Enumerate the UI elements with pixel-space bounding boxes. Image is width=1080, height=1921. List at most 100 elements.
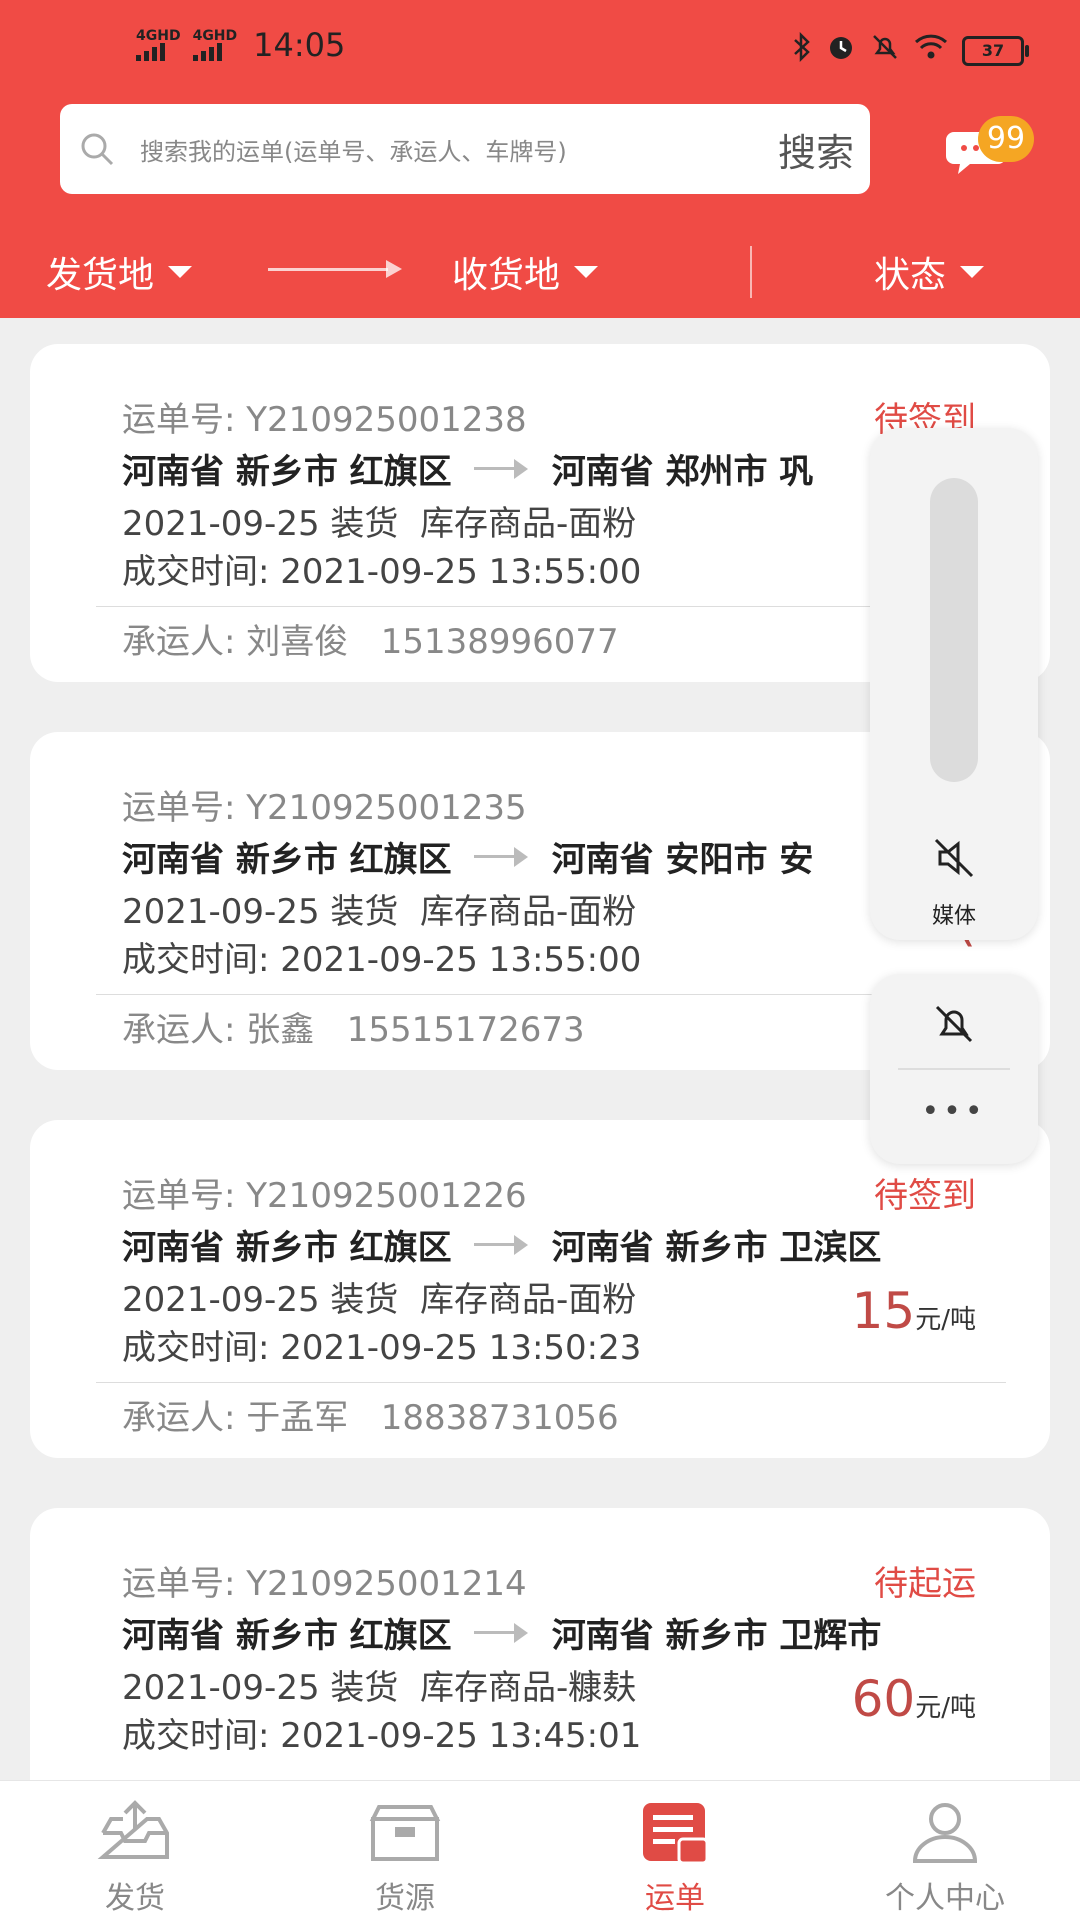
- route-to: 河南省 新乡市 卫辉市: [551, 1616, 882, 1656]
- chevron-down-icon: [168, 266, 193, 278]
- load-info: 2021-09-25 装货 库存商品-面粉: [122, 1272, 636, 1321]
- carrier-name: 张鑫: [246, 1010, 315, 1050]
- tab-profile[interactable]: 个人中心: [810, 1781, 1080, 1921]
- divider: [898, 1068, 1010, 1070]
- sim1-signal-icon: 4GHD: [136, 29, 181, 61]
- mute-bell-icon[interactable]: [932, 1002, 976, 1050]
- deal-prefix: 成交时间:: [122, 1716, 270, 1756]
- media-label: 媒体: [931, 904, 976, 929]
- filter-bar: 发货地 收货地 状态: [0, 230, 1080, 310]
- volume-panel: 媒体: [870, 428, 1038, 940]
- load-info: 2021-09-25 装货 库存商品-面粉: [122, 496, 636, 545]
- bottom-tab-bar: 发货 货源 运单 个人中心: [0, 1780, 1080, 1921]
- sim2-signal-icon: 4GHD: [192, 28, 238, 61]
- tab-label: 货源: [375, 1881, 435, 1916]
- waybill-icon: [643, 1803, 709, 1865]
- deal-prefix: 成交时间:: [122, 552, 270, 592]
- carrier-phone: 18838731056: [380, 1398, 619, 1438]
- deal-time: 成交时间: 2021-09-25 13:50:23: [122, 1320, 641, 1369]
- destination-filter-label: 收货地: [452, 255, 561, 296]
- tab-waybill[interactable]: 运单: [540, 1781, 810, 1921]
- deal-time: 成交时间: 2021-09-25 13:55:00: [122, 544, 641, 593]
- load-date: 2021-09-25: [122, 892, 320, 932]
- carrier-prefix: 承运人:: [122, 622, 236, 662]
- alarm-icon: [826, 32, 856, 69]
- origin-filter[interactable]: 发货地: [46, 246, 193, 298]
- load-date: 2021-09-25: [122, 1280, 320, 1320]
- status-left: 4GHD 4GHD 14:05: [136, 26, 345, 64]
- load-word: 装货: [330, 1280, 399, 1320]
- order-card[interactable]: 运单号: Y210925001226 待签到 河南省 新乡市 红旗区 河南省 新…: [30, 1120, 1050, 1458]
- load-word: 装货: [330, 504, 399, 544]
- volume-slider[interactable]: [930, 478, 978, 782]
- tab-cargo[interactable]: 货源: [270, 1781, 540, 1921]
- more-options-icon[interactable]: •••: [870, 1094, 1038, 1129]
- carrier-prefix: 承运人:: [122, 1398, 236, 1438]
- price-value: 15: [851, 1282, 916, 1340]
- deal-prefix: 成交时间:: [122, 940, 270, 980]
- arrow-right-icon: [473, 1621, 530, 1645]
- order-prefix: 运单号:: [122, 1564, 236, 1604]
- route-to: 河南省 郑州市 巩: [551, 452, 814, 492]
- deal-time: 成交时间: 2021-09-25 13:45:01: [122, 1708, 641, 1757]
- status-badge: 待签到: [874, 1176, 976, 1216]
- status-filter[interactable]: 状态: [874, 246, 985, 298]
- search-input[interactable]: 搜索我的运单(运单号、承运人、车牌号): [140, 132, 567, 167]
- carrier: 承运人: 张鑫 15515172673: [122, 1002, 585, 1051]
- price: 60元/吨: [852, 1670, 976, 1728]
- ringer-panel: •••: [870, 974, 1038, 1164]
- price-unit: 元/吨: [915, 1693, 976, 1723]
- arrow-right-icon: [473, 457, 530, 481]
- carrier-phone: 15138996077: [380, 622, 619, 662]
- load-word: 装货: [330, 1668, 399, 1708]
- tab-label: 发货: [105, 1881, 165, 1916]
- order-number: 运单号: Y210925001226: [122, 1168, 527, 1217]
- carrier-name: 刘喜俊: [246, 622, 349, 662]
- goods: 库存商品-面粉: [420, 892, 637, 932]
- route: 河南省 新乡市 红旗区 河南省 新乡市 卫辉市: [122, 1608, 881, 1657]
- route-from: 河南省 新乡市 红旗区: [122, 840, 452, 880]
- route-from: 河南省 新乡市 红旗区: [122, 1616, 452, 1656]
- deal-prefix: 成交时间:: [122, 1328, 270, 1368]
- carrier-phone: 15515172673: [346, 1010, 585, 1050]
- deal-time: 成交时间: 2021-09-25 13:55:00: [122, 932, 641, 981]
- route: 河南省 新乡市 红旗区 河南省 安阳市 安: [122, 832, 813, 881]
- message-badge: 99: [978, 116, 1034, 162]
- battery-icon: 37: [962, 35, 1029, 66]
- search-bar[interactable]: 搜索我的运单(运单号、承运人、车牌号) 搜索: [60, 104, 870, 194]
- order-prefix: 运单号:: [122, 400, 236, 440]
- arrow-right-icon: [473, 1233, 530, 1257]
- status-filter-label: 状态: [874, 255, 947, 296]
- order-no: Y210925001238: [246, 400, 527, 440]
- bluetooth-icon: [792, 31, 812, 69]
- order-number: 运单号: Y210925001238: [122, 392, 527, 441]
- sim2-label: 4GHD: [192, 28, 238, 44]
- search-button[interactable]: 搜索: [778, 122, 854, 177]
- load-date: 2021-09-25: [122, 504, 320, 544]
- tab-ship[interactable]: 发货: [0, 1781, 270, 1921]
- deal-time-value: 2021-09-25 13:45:01: [280, 1716, 642, 1756]
- carrier-name: 于孟军: [246, 1398, 349, 1438]
- goods: 库存商品-糠麸: [420, 1668, 637, 1708]
- status-bar: 4GHD 4GHD 14:05 37: [0, 0, 1080, 98]
- route-arrow-icon: [268, 268, 388, 271]
- load-word: 装货: [330, 892, 399, 932]
- chevron-down-icon: [960, 266, 985, 278]
- arrow-right-icon: [473, 845, 530, 869]
- mute-bell-icon: [870, 32, 900, 69]
- price: 15元/吨: [852, 1282, 976, 1340]
- battery-level: 37: [981, 40, 1005, 60]
- load-date: 2021-09-25: [122, 1668, 320, 1708]
- price-value: 60: [851, 1670, 916, 1728]
- destination-filter[interactable]: 收货地: [452, 246, 599, 298]
- route: 河南省 新乡市 红旗区 河南省 郑州市 巩: [122, 444, 813, 493]
- tab-label: 运单: [645, 1881, 705, 1916]
- sim1-label: 4GHD: [136, 28, 181, 44]
- load-info: 2021-09-25 装货 库存商品-糠麸: [122, 1660, 636, 1709]
- route: 河南省 新乡市 红旗区 河南省 新乡市 卫滨区: [122, 1220, 881, 1269]
- goods: 库存商品-面粉: [420, 1280, 637, 1320]
- origin-filter-label: 发货地: [46, 255, 155, 296]
- deal-time-value: 2021-09-25 13:55:00: [280, 552, 642, 592]
- speaker-mute-icon[interactable]: [932, 836, 976, 884]
- divider: [96, 994, 1006, 995]
